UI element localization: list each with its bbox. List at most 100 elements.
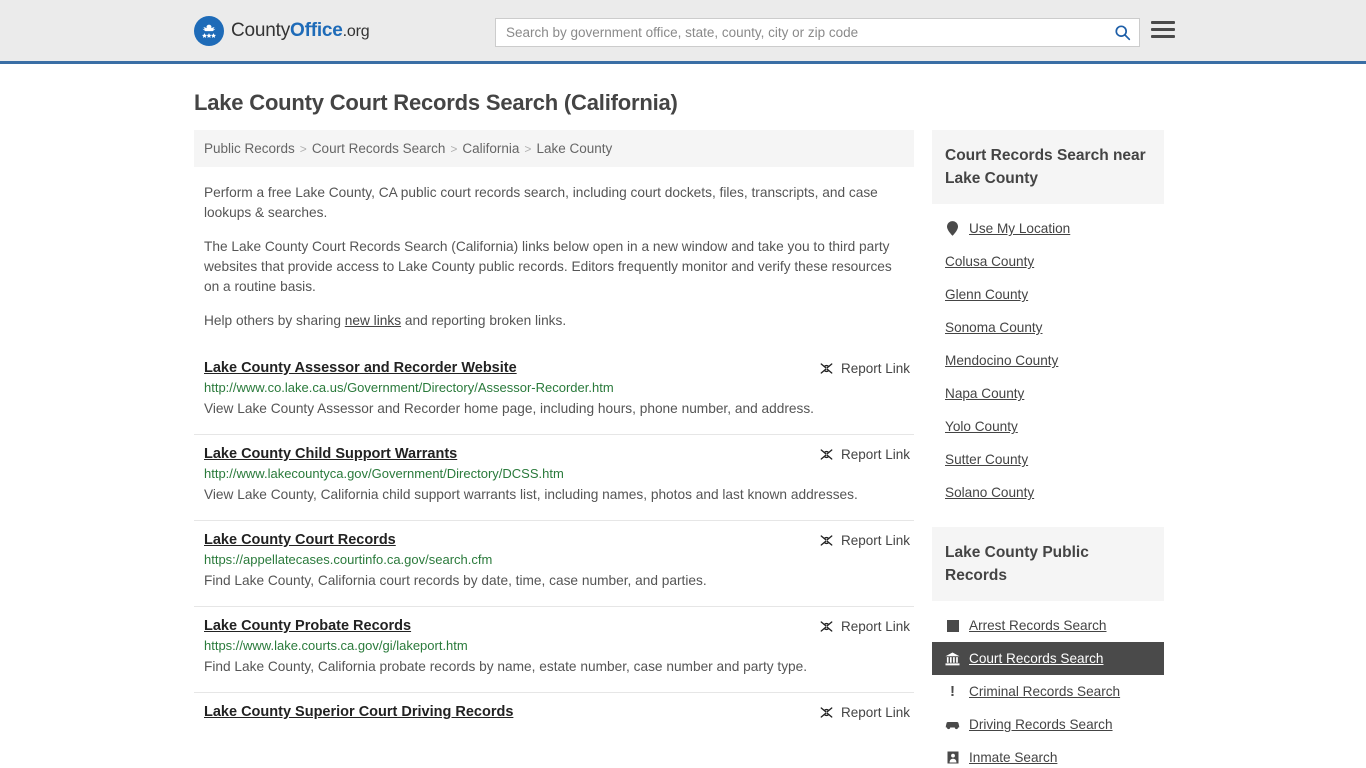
intro-paragraph-2: The Lake County Court Records Search (Ca…	[204, 239, 892, 294]
sidebar-item-label: Colusa County	[945, 254, 1035, 269]
sidebar-item-label: Napa County	[945, 386, 1025, 401]
intro-p3-before: Help others by sharing	[204, 313, 345, 328]
report-link-button[interactable]: Report Link	[819, 361, 914, 376]
sidebar-item-label: Use My Location	[969, 221, 1071, 236]
result-url: https://www.lake.courts.ca.gov/gi/lakepo…	[204, 638, 468, 653]
sidebar-item-colusa-county[interactable]: Colusa County	[932, 245, 1164, 278]
list-item: Glenn County	[932, 278, 1164, 311]
report-link-button[interactable]: Report Link	[819, 533, 914, 548]
sidebar-item-criminal-records-search[interactable]: ! Criminal Records Search	[932, 675, 1164, 708]
logo-text-county: County	[231, 19, 291, 41]
sidebar-item-solano-county[interactable]: Solano County	[932, 476, 1164, 509]
result-url: http://www.co.lake.ca.us/Government/Dire…	[204, 380, 614, 395]
sidebar-item-label: Inmate Search	[969, 750, 1058, 765]
sidebar-item-napa-county[interactable]: Napa County	[932, 377, 1164, 410]
hamburger-bar	[1151, 21, 1175, 24]
result-description: View Lake County Assessor and Recorder h…	[204, 401, 814, 416]
breadcrumb-separator: >	[450, 141, 458, 156]
result-url: https://appellatecases.courtinfo.ca.gov/…	[204, 552, 493, 567]
new-links-link[interactable]: new links	[345, 313, 401, 328]
hamburger-menu-icon[interactable]	[1151, 21, 1175, 38]
main-column: Public Records > Court Records Search > …	[194, 130, 914, 732]
sidebar-item-label: Sonoma County	[945, 320, 1043, 335]
search-bar[interactable]	[495, 18, 1140, 47]
result-header: Lake County Child Support Warrants Repor…	[204, 446, 914, 462]
nearby-counties-list: Use My Location Colusa County Glenn Coun…	[932, 204, 1164, 509]
sidebar-item-label: Solano County	[945, 485, 1035, 500]
report-link-label: Report Link	[840, 705, 910, 720]
list-item: Inmate Search	[932, 741, 1164, 768]
result-description: Find Lake County, California probate rec…	[204, 659, 808, 674]
sidebar-item-mendocino-county[interactable]: Mendocino County	[932, 344, 1164, 377]
list-spacer	[932, 204, 1164, 212]
sidebar-item-driving-records-search[interactable]: Driving Records Search	[932, 708, 1164, 741]
result-title-link[interactable]: Lake County Child Support Warrants	[204, 446, 457, 462]
list-item: Solano County	[932, 476, 1164, 509]
site-header: CountyOffice.org	[0, 0, 1366, 64]
sidebar-item-yolo-county[interactable]: Yolo County	[932, 410, 1164, 443]
logo-text: CountyOffice.org	[231, 19, 370, 42]
list-item: Driving Records Search	[932, 708, 1164, 741]
report-link-button[interactable]: Report Link	[819, 447, 914, 462]
result-title-link[interactable]: Lake County Court Records	[204, 532, 396, 548]
broken-link-icon	[820, 707, 833, 718]
sidebar: Court Records Search near Lake County Us…	[932, 130, 1164, 768]
exclamation-icon: !	[950, 683, 955, 700]
broken-link-icon	[820, 621, 833, 632]
sidebar-item-use-my-location[interactable]: Use My Location	[932, 212, 1164, 245]
inmate-icon	[945, 751, 960, 764]
report-link-button[interactable]: Report Link	[819, 705, 914, 720]
content-columns: Public Records > Court Records Search > …	[194, 130, 1172, 768]
sidebar-item-court-records-search[interactable]: Court Records Search	[932, 642, 1164, 675]
fingerprint-icon	[945, 619, 960, 632]
result-description: Find Lake County, California court recor…	[204, 573, 707, 588]
sidebar-item-inmate-search[interactable]: Inmate Search	[932, 741, 1164, 768]
list-item: ! Criminal Records Search	[932, 675, 1164, 708]
sidebar-item-sutter-county[interactable]: Sutter County	[932, 443, 1164, 476]
courthouse-icon	[945, 651, 960, 666]
breadcrumb-item-lake-county[interactable]: Lake County	[536, 141, 612, 156]
list-item: Yolo County	[932, 410, 1164, 443]
list-item: Napa County	[932, 377, 1164, 410]
report-link-button[interactable]: Report Link	[819, 619, 914, 634]
car-icon	[945, 719, 960, 730]
list-spacer	[932, 601, 1164, 609]
logo-text-office: Office	[290, 19, 343, 41]
public-records-panel-heading: Lake County Public Records	[932, 527, 1164, 601]
breadcrumb-item-public-records[interactable]: Public Records	[204, 141, 295, 156]
result-item: Lake County Probate Records Report Link …	[194, 606, 914, 692]
sidebar-item-sonoma-county[interactable]: Sonoma County	[932, 311, 1164, 344]
result-title-link[interactable]: Lake County Superior Court Driving Recor…	[204, 704, 513, 720]
sidebar-item-arrest-records-search[interactable]: Arrest Records Search	[932, 609, 1164, 642]
result-url: http://www.lakecountyca.gov/Government/D…	[204, 466, 564, 481]
sidebar-item-glenn-county[interactable]: Glenn County	[932, 278, 1164, 311]
hamburger-bar	[1151, 28, 1175, 31]
result-header: Lake County Probate Records Report Link	[204, 618, 914, 634]
report-link-label: Report Link	[840, 533, 910, 548]
report-link-label: Report Link	[840, 361, 910, 376]
sidebar-item-label: Court Records Search	[969, 651, 1104, 666]
result-header: Lake County Court Records Report Link	[204, 532, 914, 548]
result-title-link[interactable]: Lake County Probate Records	[204, 618, 411, 634]
result-item: Lake County Superior Court Driving Recor…	[194, 692, 914, 732]
map-pin-icon	[945, 221, 960, 236]
list-item: Use My Location	[932, 212, 1164, 245]
report-link-label: Report Link	[840, 619, 910, 634]
search-button[interactable]	[1105, 19, 1139, 46]
breadcrumb-item-court-records-search[interactable]: Court Records Search	[312, 141, 446, 156]
site-logo[interactable]: CountyOffice.org	[194, 15, 370, 46]
list-item: Court Records Search	[932, 642, 1164, 675]
intro-paragraph-3: Help others by sharing new links and rep…	[204, 311, 910, 331]
public-records-list: Arrest Records Search Court Records Sear…	[932, 601, 1164, 768]
broken-link-icon	[820, 535, 833, 546]
report-link-label: Report Link	[840, 447, 910, 462]
search-input[interactable]	[496, 19, 1105, 46]
breadcrumb-separator: >	[524, 141, 532, 156]
breadcrumb-separator: >	[299, 141, 307, 156]
result-title-link[interactable]: Lake County Assessor and Recorder Websit…	[204, 360, 517, 376]
intro-paragraph-1: Perform a free Lake County, CA public co…	[204, 185, 878, 220]
sidebar-item-label: Glenn County	[945, 287, 1029, 302]
result-item: Lake County Assessor and Recorder Websit…	[194, 349, 914, 434]
sidebar-item-label: Arrest Records Search	[969, 618, 1107, 633]
breadcrumb-item-california[interactable]: California	[462, 141, 519, 156]
